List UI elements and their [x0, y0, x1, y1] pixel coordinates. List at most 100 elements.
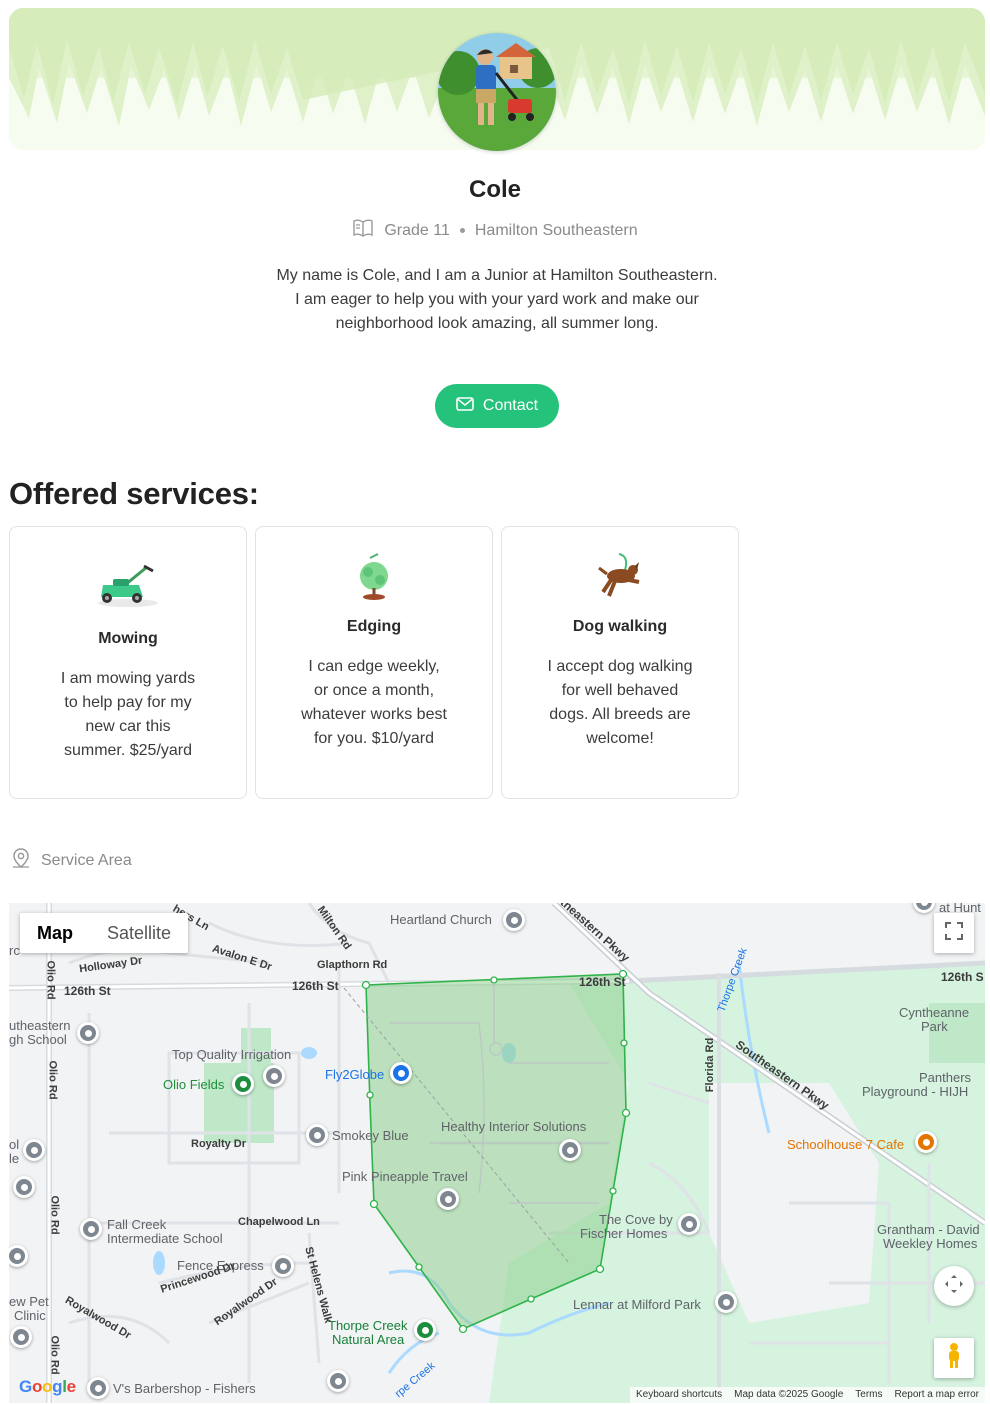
map-type-satellite[interactable]: Satellite [90, 913, 188, 953]
location-pin-icon[interactable] [715, 1291, 737, 1313]
map-type-map[interactable]: Map [20, 913, 90, 953]
service-area-heading: Service Area [9, 846, 132, 875]
shrub-icon [256, 552, 492, 602]
road-label: Royalty Dr [191, 1138, 247, 1150]
location-pin-icon[interactable] [327, 1370, 349, 1392]
profile-bio: My name is Cole, and I am a Junior at Ha… [276, 267, 718, 332]
place-label[interactable]: rc [9, 944, 20, 958]
location-pin-icon[interactable] [13, 1176, 35, 1198]
place-label[interactable]: ol [9, 1138, 19, 1152]
road-label: 126th St [64, 984, 111, 998]
service-card-edging: Edging I can edge weekly, or once a mont… [255, 526, 493, 799]
map-canvas[interactable] [9, 903, 985, 1403]
place-label[interactable]: Schoolhouse 7 Cafe [787, 1138, 904, 1152]
park-pin-icon[interactable] [414, 1319, 436, 1341]
service-title: Dog walking [572, 618, 668, 635]
service-description: I can edge weekly, or once a month, what… [301, 658, 447, 747]
location-pin-icon[interactable] [559, 1139, 581, 1161]
place-label[interactable]: Clinic [14, 1309, 46, 1323]
place-label[interactable]: Lennar at Milford Park [573, 1298, 701, 1312]
lawn-mower-icon [10, 563, 246, 607]
pegman-icon [945, 1342, 963, 1375]
road-label: Olio Rd [48, 1195, 61, 1235]
mail-icon [456, 396, 474, 416]
road-label: Chapelwood Ln [238, 1216, 320, 1228]
place-label[interactable]: Healthy Interior Solutions [441, 1120, 586, 1134]
cafe-pin-icon[interactable] [915, 1131, 937, 1153]
dog-icon [502, 552, 738, 600]
camera-control-button[interactable] [934, 1266, 974, 1306]
place-label[interactable]: Fischer Homes [580, 1227, 667, 1241]
place-label[interactable]: le [9, 1152, 19, 1166]
place-label[interactable]: Smokey Blue [332, 1129, 409, 1143]
place-label[interactable]: Thorpe Creek [328, 1319, 407, 1333]
avatar [438, 33, 556, 151]
road-label: Olio Rd [46, 1060, 59, 1100]
location-pin-icon[interactable] [10, 1326, 32, 1348]
location-pin-icon[interactable] [306, 1124, 328, 1146]
street-view-button[interactable] [934, 1338, 974, 1378]
road-label: Glapthorn Rd [317, 959, 388, 971]
road-label: Florida Rd [704, 1037, 717, 1093]
road-label: Olio Rd [48, 1335, 61, 1375]
location-pin-icon[interactable] [437, 1188, 459, 1210]
place-label[interactable]: Olio Fields [163, 1078, 224, 1092]
fullscreen-button[interactable] [934, 913, 974, 953]
place-label[interactable]: Top Quality Irrigation [172, 1048, 291, 1062]
map-data-text: Map data ©2025 Google [734, 1389, 844, 1400]
terms-link[interactable]: Terms [849, 1387, 888, 1403]
contact-label: Contact [482, 397, 539, 414]
place-label[interactable]: Intermediate School [107, 1232, 223, 1246]
road-label: 126th S [941, 970, 984, 984]
location-pin-icon[interactable] [23, 1139, 45, 1161]
place-label[interactable]: Panthers [919, 1071, 971, 1085]
profile-name: Cole [468, 176, 521, 203]
location-pin-icon[interactable] [272, 1255, 294, 1277]
park-pin-icon[interactable] [232, 1073, 254, 1095]
report-error-link[interactable]: Report a map error [889, 1387, 985, 1403]
school-pin-icon[interactable] [77, 1022, 99, 1044]
google-logo[interactable]: Google [19, 1377, 76, 1397]
place-label[interactable]: Natural Area [332, 1333, 404, 1347]
profile-meta: Grade 11 Hamilton Southeastern [0, 218, 990, 243]
place-label[interactable]: Park [921, 1020, 948, 1034]
place-label[interactable]: Pink Pineapple Travel [342, 1170, 468, 1184]
road-label: Olio Rd [44, 960, 57, 1000]
fullscreen-icon [945, 921, 963, 945]
move-arrows-icon [943, 1273, 965, 1300]
place-label[interactable]: Grantham - David [877, 1223, 980, 1237]
road-label: 126th St [292, 979, 339, 993]
location-pin-icon[interactable] [87, 1377, 109, 1399]
place-label[interactable]: gh School [9, 1033, 67, 1047]
service-description: I am mowing yards to help pay for my new… [60, 670, 196, 759]
keyboard-shortcuts-link[interactable]: Keyboard shortcuts [630, 1387, 728, 1403]
place-label[interactable]: utheastern [9, 1019, 70, 1033]
place-label[interactable]: Heartland Church [390, 913, 492, 927]
location-pin-icon [9, 846, 33, 875]
location-pin-icon[interactable] [678, 1213, 700, 1235]
school-pin-icon[interactable] [80, 1218, 102, 1240]
place-label[interactable]: Playground - HIJH [862, 1085, 968, 1099]
service-area-label: Service Area [41, 851, 132, 869]
service-title: Edging [346, 618, 402, 635]
place-label[interactable]: The Cove by [599, 1213, 673, 1227]
service-description: I accept dog walking for well behaved do… [547, 658, 693, 747]
service-area-map[interactable]: Heartland Church Top Quality Irrigation … [9, 903, 985, 1403]
service-card-dog-walking: Dog walking I accept dog walking for wel… [501, 526, 739, 799]
map-type-control: Map Satellite [20, 913, 189, 953]
place-label[interactable]: Fall Creek [107, 1218, 166, 1232]
place-label[interactable]: Weekley Homes [883, 1237, 977, 1251]
place-label[interactable]: ew Pet [9, 1295, 49, 1309]
road-label: 126th St [579, 975, 626, 989]
shopping-pin-icon[interactable] [390, 1062, 412, 1084]
place-label[interactable]: Fly2Globe [325, 1068, 384, 1082]
church-pin-icon[interactable] [503, 909, 525, 931]
place-label[interactable]: Cyntheanne [899, 1006, 969, 1020]
place-label[interactable]: V's Barbershop - Fishers [113, 1382, 256, 1396]
map-footer: Keyboard shortcuts Map data ©2025 Google… [629, 1387, 985, 1403]
book-icon [352, 218, 374, 243]
contact-button[interactable]: Contact [435, 384, 559, 428]
location-pin-icon[interactable] [263, 1065, 285, 1087]
separator-dot [459, 228, 465, 233]
service-card-mowing: Mowing I am mowing yards to help pay for… [9, 526, 247, 799]
